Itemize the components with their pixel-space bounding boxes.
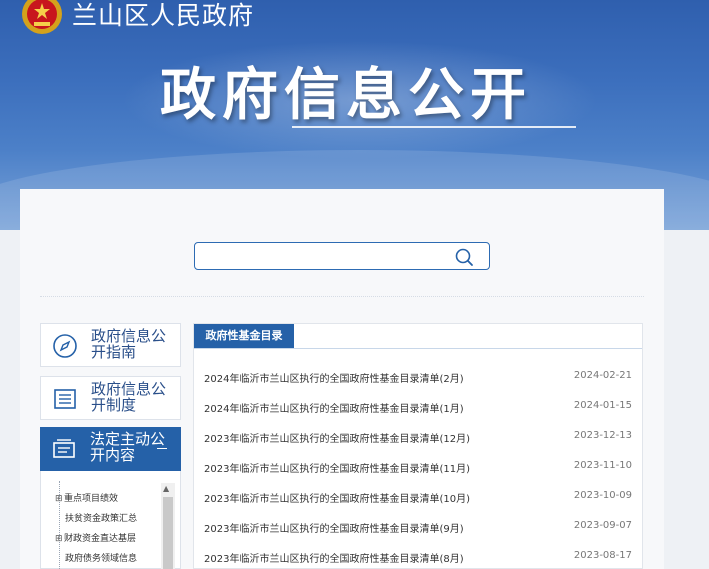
sidebar-item-system[interactable]: 政府信息公开制度	[40, 376, 181, 420]
sidebar-item-label: 法定主动公开内容	[90, 430, 166, 464]
list-item-date: 2023-09-07	[573, 520, 632, 531]
list-item-date: 2024-01-15	[573, 400, 632, 411]
list-item-date: 2023-11-10	[573, 460, 632, 471]
collapse-icon[interactable]	[157, 448, 167, 449]
list-item-title[interactable]: 2023年临沂市兰山区执行的全国政府性基金目录清单(10月)	[204, 490, 470, 505]
sidebar-item-active-content[interactable]: 法定主动公开内容	[40, 427, 181, 471]
site-name[interactable]: 兰山区人民政府	[72, 0, 254, 32]
list-item-date: 2023-10-09	[573, 490, 632, 501]
list-item[interactable]: 2024年临沂市兰山区执行的全国政府性基金目录清单(1月) 2024-01-15	[204, 397, 632, 417]
content-list-panel: 政府性基金目录 2024年临沂市兰山区执行的全国政府性基金目录清单(2月) 202…	[193, 323, 643, 569]
list-item-title[interactable]: 2023年临沂市兰山区执行的全国政府性基金目录清单(9月)	[204, 520, 464, 535]
list-item[interactable]: 2023年临沂市兰山区执行的全国政府性基金目录清单(9月) 2023-09-07	[204, 517, 632, 537]
list-item[interactable]: 2023年临沂市兰山区执行的全国政府性基金目录清单(12月) 2023-12-13	[204, 427, 632, 447]
list-item-title[interactable]: 2024年临沂市兰山区执行的全国政府性基金目录清单(1月)	[204, 400, 464, 415]
tree-item[interactable]: 政府债务领域信息	[65, 551, 137, 564]
list-item[interactable]: 2023年临沂市兰山区执行的全国政府性基金目录清单(11月) 2023-11-10	[204, 457, 632, 477]
tab-underline	[194, 348, 642, 349]
list-item[interactable]: 2023年临沂市兰山区执行的全国政府性基金目录清单(8月) 2023-08-17	[204, 547, 632, 567]
banner-underline	[292, 126, 576, 128]
list-item-title[interactable]: 2023年临沂市兰山区执行的全国政府性基金目录清单(12月)	[204, 430, 470, 445]
list-item-title[interactable]: 2023年临沂市兰山区执行的全国政府性基金目录清单(11月)	[204, 460, 470, 475]
mail-icon	[53, 439, 75, 458]
list-item[interactable]: 2024年临沂市兰山区执行的全国政府性基金目录清单(2月) 2024-02-21	[204, 367, 632, 387]
list-item-date: 2024-02-21	[573, 370, 632, 381]
search-box	[194, 242, 490, 270]
sidebar-item-label: 政府信息公开制度	[91, 380, 167, 414]
tree-item[interactable]: ⊞财政资金直达基层	[55, 531, 136, 544]
document-list-icon	[54, 389, 76, 409]
list-item-title[interactable]: 2023年临沂市兰山区执行的全国政府性基金目录清单(8月)	[204, 550, 464, 565]
tree-item[interactable]: ⊞重点项目绩效	[55, 491, 118, 504]
expand-icon[interactable]: ⊞	[55, 534, 64, 544]
tab-fund-catalog[interactable]: 政府性基金目录	[194, 324, 294, 348]
list-item-date: 2023-12-13	[573, 430, 632, 441]
sidebar-item-label: 政府信息公开指南	[91, 327, 167, 361]
scrollbar-thumb[interactable]	[163, 497, 173, 569]
tree-item[interactable]: 扶贫资金政策汇总	[65, 511, 137, 524]
search-input[interactable]	[201, 247, 445, 267]
sidebar-item-guide[interactable]: 政府信息公开指南	[40, 323, 181, 367]
expand-icon[interactable]: ⊞	[55, 494, 64, 504]
list-item-title[interactable]: 2024年临沂市兰山区执行的全国政府性基金目录清单(2月)	[204, 370, 464, 385]
national-emblem-icon	[22, 0, 62, 34]
divider	[40, 296, 644, 297]
compass-icon	[53, 334, 77, 358]
list-item[interactable]: 2023年临沂市兰山区执行的全国政府性基金目录清单(10月) 2023-10-09	[204, 487, 632, 507]
list-item-date: 2023-08-17	[573, 550, 632, 561]
scroll-up-icon[interactable]: ▲	[163, 485, 169, 493]
category-tree: ⊞重点项目绩效 扶贫资金政策汇总 ⊞财政资金直达基层 政府债务领域信息 ▲	[40, 471, 181, 569]
search-icon[interactable]	[453, 246, 475, 268]
banner-title: 政府信息公开	[160, 62, 532, 128]
